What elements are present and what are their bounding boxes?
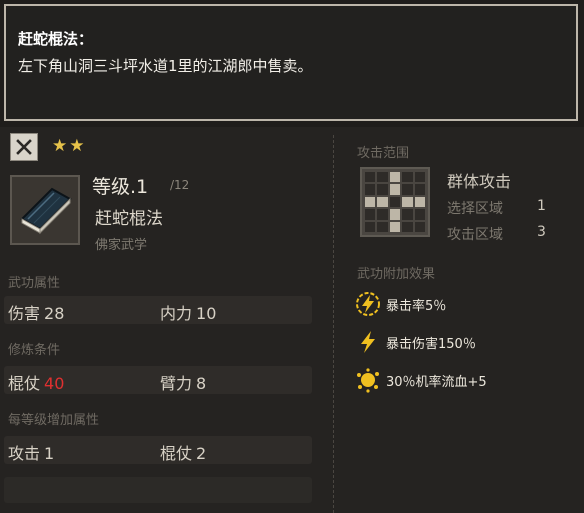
effect-bleed: 30％机率流血+5 bbox=[355, 367, 487, 393]
blood-splash-icon bbox=[355, 367, 381, 393]
select-area-value: 1 bbox=[537, 198, 546, 214]
description-tooltip: 赶蛇棍法： 左下角山洞三斗坪水道1里的江湖郎中售卖。 bbox=[4, 4, 578, 121]
stat-value: 8 bbox=[196, 374, 207, 393]
select-area: 选择区域 1 bbox=[447, 198, 546, 218]
effect-text: 30％机率流血+5 bbox=[386, 374, 487, 390]
column-divider bbox=[333, 135, 334, 513]
stat-value: 1 bbox=[44, 444, 55, 463]
stat-label: 棍仗 bbox=[8, 374, 41, 393]
range-title: 攻击范围 bbox=[357, 146, 410, 161]
per-level-row: 攻击 1 棍仗 2 bbox=[4, 436, 312, 464]
stat-label: 棍仗 bbox=[160, 444, 193, 463]
effect-text: 暴击率5％ bbox=[386, 298, 447, 314]
requirements-row: 棍仗 40 臂力 8 bbox=[4, 366, 312, 394]
lightning-icon bbox=[355, 329, 381, 355]
stat-value: 28 bbox=[44, 304, 65, 323]
stat-label: 内力 bbox=[160, 304, 193, 323]
skill-name: 赶蛇棍法 bbox=[95, 209, 163, 229]
lightning-badge-icon bbox=[355, 291, 381, 317]
tooltip-body: 左下角山洞三斗坪水道1里的江湖郎中售卖。 bbox=[18, 57, 313, 75]
skill-level: 等级.1 bbox=[92, 176, 149, 198]
attack-area-label: 攻击区域 bbox=[447, 227, 503, 243]
effect-crit-damage: 暴击伤害150％ bbox=[355, 329, 476, 355]
requirements-title: 修炼条件 bbox=[8, 343, 61, 358]
stat-value: 10 bbox=[196, 304, 217, 323]
attributes-row: 伤害 28 内力 10 bbox=[4, 296, 312, 324]
req-staff: 棍仗 40 bbox=[8, 370, 64, 394]
stat-value: 40 bbox=[44, 374, 65, 393]
per-level-attack: 攻击 1 bbox=[8, 440, 54, 464]
attributes-title: 武功属性 bbox=[8, 276, 61, 291]
tooltip-title: 赶蛇棍法： bbox=[18, 30, 94, 48]
close-button[interactable] bbox=[10, 133, 38, 161]
per-level-title: 每等级增加属性 bbox=[8, 413, 100, 428]
stat-damage: 伤害 28 bbox=[8, 300, 64, 324]
stat-label: 攻击 bbox=[8, 444, 41, 463]
star-rating: ★★ bbox=[52, 136, 87, 156]
stat-value: 2 bbox=[196, 444, 207, 463]
empty-row bbox=[4, 477, 312, 503]
stat-label: 伤害 bbox=[8, 304, 41, 323]
skill-type: 佛家武学 bbox=[95, 238, 148, 253]
attack-area-value: 3 bbox=[537, 224, 546, 240]
attack-area: 攻击区域 3 bbox=[447, 224, 546, 244]
stat-inner-power: 内力 10 bbox=[160, 300, 216, 324]
per-level-staff: 棍仗 2 bbox=[160, 440, 206, 464]
book-icon bbox=[20, 187, 72, 235]
attack-range-grid bbox=[360, 167, 430, 237]
select-area-label: 选择区域 bbox=[447, 201, 503, 217]
req-arm-strength: 臂力 8 bbox=[160, 370, 206, 394]
skill-level-max: /12 bbox=[170, 178, 190, 192]
effect-crit-rate: 暴击率5％ bbox=[355, 291, 446, 317]
effect-text: 暴击伤害150％ bbox=[386, 336, 476, 352]
stat-label: 臂力 bbox=[160, 374, 193, 393]
effects-title: 武功附加效果 bbox=[357, 267, 436, 282]
attack-type: 群体攻击 bbox=[447, 172, 512, 191]
skill-book-frame bbox=[10, 175, 80, 245]
close-icon bbox=[16, 139, 32, 155]
